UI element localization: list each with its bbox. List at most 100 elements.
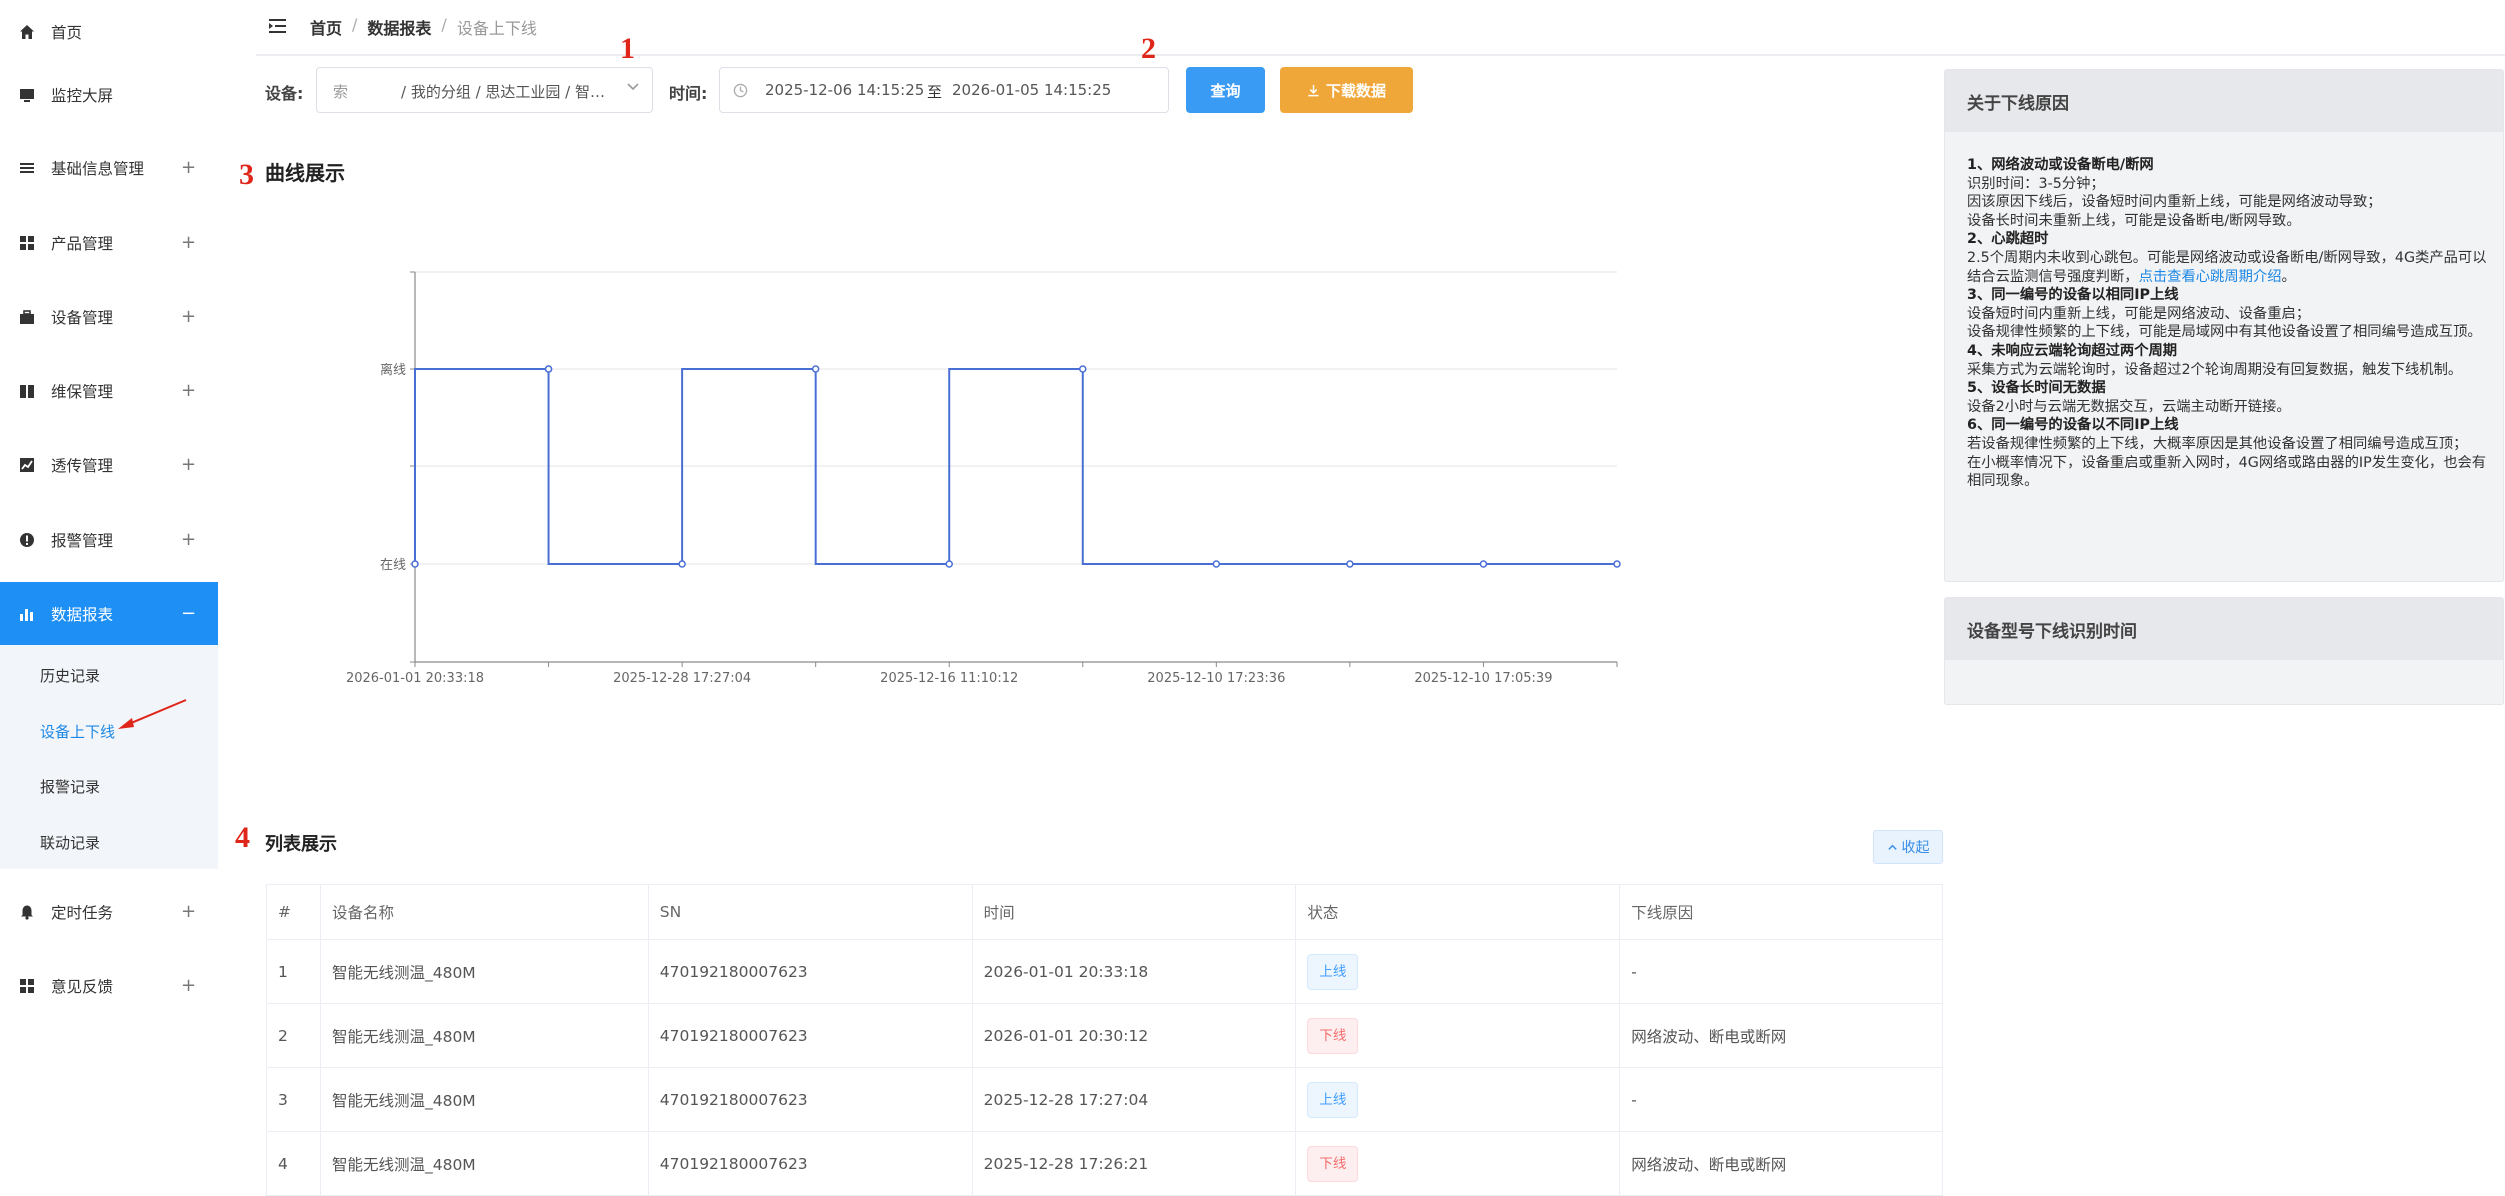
- device-name-cell: 智能无线测温_480M: [319, 1067, 649, 1132]
- reason-line: 采集方式为云端轮询时，设备超过2个轮询周期没有回复数据，触发下线机制。: [1967, 361, 2487, 380]
- x-tick-label: 2025-12-16 11:10:12: [880, 671, 1018, 686]
- x-tick-label: 2026-01-01 20:33:18: [346, 671, 484, 686]
- offline-reasons-panel: 关于下线原因 1、网络波动或设备断电/断网 识别时间：3-5分钟； 因该原因下线后，…: [1944, 69, 2504, 582]
- menu-label: 透传管理: [51, 457, 114, 475]
- submenu-alarm-records[interactable]: 报警记录: [40, 776, 100, 797]
- time-range-picker[interactable]: 2025-12-06 14:15:25 至 2026-01-05 14:15:2…: [719, 67, 1169, 113]
- reason-title: 3、同一编号的设备以相同IP上线: [1967, 287, 2179, 304]
- expand-icon: +: [181, 157, 197, 178]
- menu-home[interactable]: 首页: [0, 0, 218, 64]
- chart-y-labels: 在线离线: [380, 362, 406, 573]
- time-end[interactable]: 2026-01-05 14:15:25: [952, 81, 1111, 99]
- submenu-linkage-records[interactable]: 联动记录: [40, 832, 100, 853]
- breadcrumb-separator: /: [441, 15, 447, 34]
- heartbeat-period-link[interactable]: 点击查看心跳周期介绍: [2139, 269, 2282, 285]
- menu-data-report[interactable]: 数据报表 −: [0, 582, 218, 646]
- y-tick-label: 在线: [380, 558, 406, 573]
- chart-grid: [415, 271, 1617, 565]
- time-cell: 2026-01-01 20:30:12: [971, 1003, 1297, 1068]
- menu-basic-info[interactable]: 基础信息管理 +: [0, 136, 218, 200]
- status-cell: 上线: [1295, 1067, 1621, 1132]
- reason-title: 4、未响应云端轮询超过两个周期: [1967, 342, 2178, 359]
- annotation-number: 2: [1141, 32, 1156, 65]
- collapse-icon: −: [181, 603, 197, 624]
- chart-x-labels: 2026-01-01 20:33:18 2025-12-28 17:27:04 20…: [346, 671, 1553, 686]
- menu-label: 基础信息管理: [51, 160, 145, 178]
- time-start[interactable]: 2025-12-06 14:15:25: [765, 81, 924, 99]
- fold-sidebar-icon[interactable]: [268, 16, 288, 36]
- submenu-history[interactable]: 历史记录: [40, 665, 100, 686]
- menu-alarm[interactable]: 报警管理 +: [0, 508, 218, 572]
- row-index: 4: [266, 1131, 321, 1196]
- reason-text: 。: [2281, 268, 2296, 285]
- menu-label: 首页: [51, 24, 83, 42]
- alert-icon: [18, 531, 36, 549]
- column-header: 设备名称: [319, 884, 649, 940]
- chart-point: [1346, 560, 1354, 568]
- reason-line: 设备长时间未重新上线，可能是设备断电/断网导致。: [1967, 212, 2487, 231]
- submenu-device-online-offline[interactable]: 设备上下线: [40, 721, 115, 742]
- records-table: # 设备名称 SN 时间 状态 下线原因 1 智能无线测温_480M 4701921…: [266, 884, 1943, 1196]
- collapse-button[interactable]: 收起: [1873, 830, 1943, 864]
- expand-icon: +: [181, 232, 197, 253]
- row-index: 1: [266, 939, 321, 1004]
- breadcrumb-current: 设备上下线: [456, 19, 537, 38]
- menu-maintenance[interactable]: 维保管理 +: [0, 359, 218, 423]
- table-header-row: # 设备名称 SN 时间 状态 下线原因: [266, 884, 1943, 940]
- menu-passthrough[interactable]: 透传管理 +: [0, 433, 218, 497]
- reason-line: 设备规律性频繁的上下线，可能是局域网中有其他设备设置了相同编号造成互顶。: [1967, 323, 2487, 342]
- reason-line: 识别时间：3-5分钟；: [1967, 175, 2487, 194]
- offline-reason-cell: 网络波动、断电或断网: [1619, 1003, 1943, 1068]
- column-header: 状态: [1295, 884, 1621, 940]
- menu-label: 维保管理: [51, 383, 114, 401]
- briefcase-icon: [18, 308, 36, 326]
- query-button[interactable]: 查询: [1186, 67, 1265, 113]
- menu-scheduled-tasks[interactable]: 定时任务 +: [0, 880, 218, 944]
- online-status-step-chart: 在线 离线 2026-01-01 20:33:18 2025-12-28 17:27…: [346, 271, 1621, 686]
- reason-line: 设备短时间内重新上线，可能是网络波动、设备重启；: [1967, 305, 2487, 324]
- reason-title: 5、设备长时间无数据: [1967, 380, 2106, 397]
- bell-icon: [18, 903, 36, 921]
- menu-label: 定时任务: [51, 904, 114, 922]
- device-search-placeholder: 索: [333, 83, 349, 101]
- device-name-cell: 智能无线测温_480M: [319, 1003, 649, 1068]
- clock-icon: [733, 83, 748, 98]
- chart-line-icon: [18, 456, 36, 474]
- status-cell: 下线: [1295, 1003, 1621, 1068]
- menu-feedback[interactable]: 意见反馈 +: [0, 954, 218, 1018]
- collapse-button-label: 收起: [1901, 840, 1930, 856]
- chevron-up-icon: [1887, 844, 1897, 850]
- chart-point: [811, 365, 820, 373]
- annotation-number: 4: [235, 821, 250, 854]
- expand-icon: +: [181, 901, 197, 922]
- table-row: 2 智能无线测温_480M 470192180007623 2026-01-01 20…: [266, 1003, 1943, 1068]
- reason-title: 6、同一编号的设备以不同IP上线: [1967, 417, 2179, 434]
- menu-product[interactable]: 产品管理 +: [0, 211, 218, 275]
- breadcrumb-home[interactable]: 首页: [310, 15, 342, 39]
- device-cascader-select[interactable]: 索 / 我的分组 / 思达工业园 / 智…: [316, 67, 653, 113]
- table-body: 1 智能无线测温_480M 470192180007623 2026-01-01 20…: [266, 939, 1943, 1196]
- list-section-title: 列表展示: [265, 834, 337, 855]
- offline-reason-cell: 网络波动、断电或断网: [1619, 1131, 1943, 1196]
- menu-monitor-screen[interactable]: 监控大屏: [0, 63, 218, 127]
- chart-point: [678, 560, 686, 568]
- offline-reason-cell: -: [1619, 939, 1943, 1004]
- expand-icon: +: [181, 975, 197, 996]
- status-cell: 上线: [1295, 939, 1621, 1004]
- offline-reasons-title: 关于下线原因: [1945, 70, 2503, 132]
- download-data-button[interactable]: 下载数据: [1280, 67, 1413, 113]
- chart-axes: [410, 271, 1618, 667]
- breadcrumb-reports[interactable]: 数据报表: [367, 15, 431, 39]
- device-selected-path: / 我的分组 / 思达工业园 / 智…: [401, 83, 606, 101]
- menu-device[interactable]: 设备管理 +: [0, 285, 218, 349]
- book-icon: [18, 382, 36, 400]
- x-tick-label: 2025-12-10 17:05:39: [1414, 671, 1552, 686]
- device-name-cell: 智能无线测温_480M: [319, 1131, 649, 1196]
- sn-cell: 470192180007623: [647, 1131, 973, 1196]
- table-row: 4 智能无线测温_480M 470192180007623 2025-12-28 17…: [266, 1131, 1943, 1196]
- download-icon: [1308, 84, 1319, 96]
- reason-text: 识别时间：3-5分钟；: [1967, 175, 2105, 192]
- top-bar: 首页 / 数据报表 / 设备上下线: [256, 0, 2505, 56]
- column-header: 下线原因: [1619, 884, 1943, 940]
- breadcrumb-separator: /: [352, 15, 358, 34]
